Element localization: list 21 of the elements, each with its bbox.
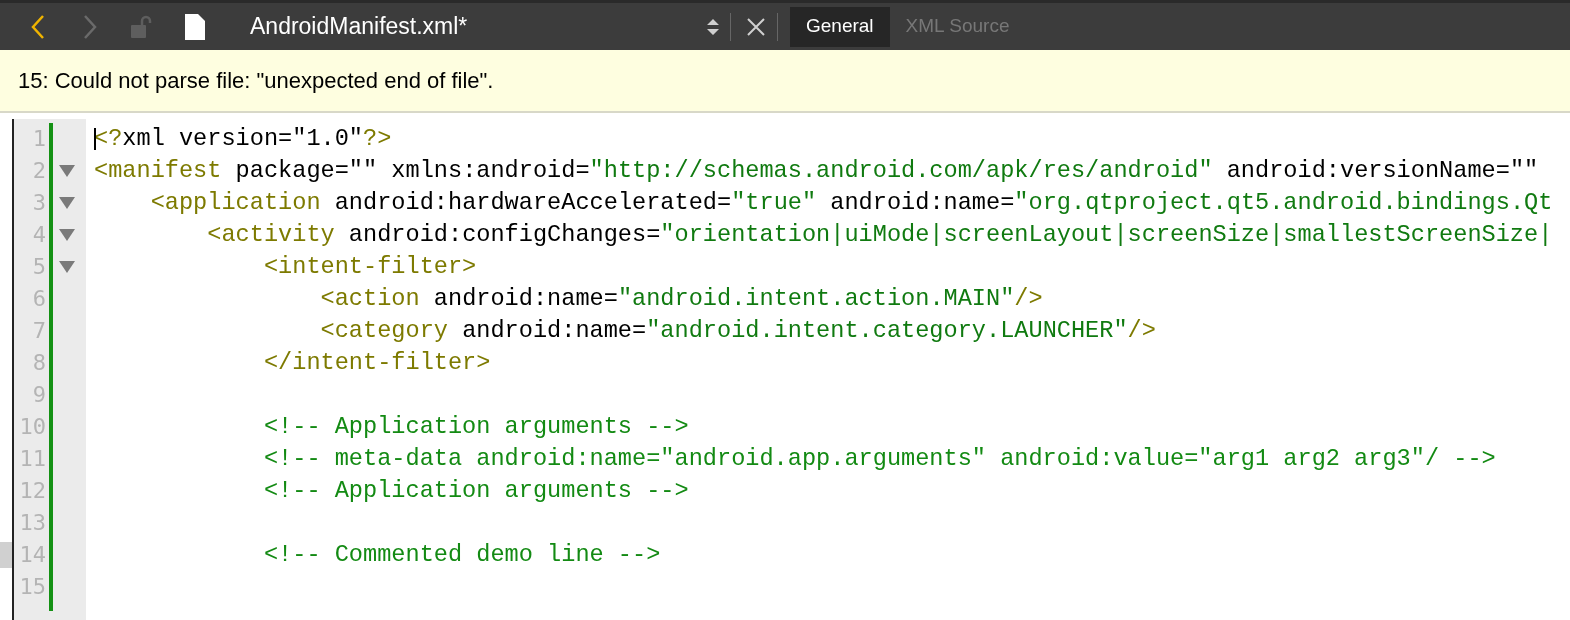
code-line: <!-- Application arguments -->	[262, 415, 689, 439]
code-line: <category android:name="android.intent.category.LAUNCHER"/>	[319, 319, 1156, 343]
code-line: <!-- Commented demo line -->	[262, 543, 661, 567]
fold-triangle-icon[interactable]	[58, 164, 76, 178]
code-line: <action android:name="android.intent.action.MAIN"/>	[319, 287, 1043, 311]
code-line: <application android:hardwareAccelerated="true" android:name="org.qtproject.qt5.android.bindings.Qt	[149, 191, 1553, 215]
code-line: <manifest package="" xmlns:android="http://schemas.android.com/apk/res/android" android:versionName=""	[94, 159, 1539, 183]
editor-tab[interactable]: General	[790, 6, 890, 47]
fold-triangle-icon[interactable]	[58, 228, 76, 242]
up-down-arrows-icon[interactable]	[706, 16, 720, 37]
code-line: <intent-filter>	[262, 255, 477, 279]
file-title: AndroidManifest.xml*	[250, 12, 469, 42]
fold-triangle-icon[interactable]	[58, 196, 76, 210]
document-icon	[184, 12, 206, 41]
code-line: </intent-filter>	[262, 351, 491, 375]
code-line: <!-- Application arguments -->	[262, 479, 689, 503]
code-line: <?xml version="1.0"?>	[94, 127, 392, 151]
code-line: <activity android:configChanges="orientation|uiMode|screenLayout|screenSize|smallestScreenSize|	[206, 223, 1553, 247]
fold-triangle-icon[interactable]	[58, 260, 76, 274]
code-line: <!-- meta-data android:name="android.app.arguments" android:value="arg1 arg2 arg3"/ -->	[262, 447, 1496, 471]
error-message: 15: Could not parse file: "unexpected end of file".	[18, 67, 494, 95]
